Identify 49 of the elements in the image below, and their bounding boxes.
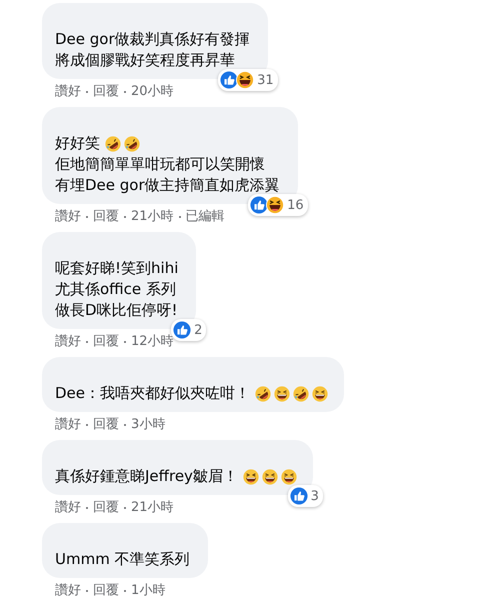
reply-link[interactable]: 回覆 — [93, 334, 119, 349]
comment-text: Ummm 不準笑系列 — [55, 549, 190, 570]
timestamp[interactable]: 20小時 — [131, 84, 174, 99]
comment-text: Dee gor做裁判真係好有發揮 — [55, 29, 250, 50]
grinning-squint-emoji-icon — [312, 386, 328, 402]
timestamp[interactable]: 1小時 — [131, 583, 166, 598]
reply-link[interactable]: 回覆 — [93, 417, 119, 432]
timestamp[interactable]: 21小時 — [131, 500, 174, 515]
reply-link[interactable]: 回覆 — [93, 84, 119, 99]
like-link[interactable]: 讚好 — [55, 334, 81, 349]
laughing-reaction-icon — [266, 196, 284, 214]
edited-label: 已編輯 — [186, 209, 225, 224]
timestamp[interactable]: 3小時 — [131, 417, 166, 432]
reaction-count-badge[interactable]: 31 — [218, 69, 278, 91]
like-link[interactable]: 讚好 — [55, 500, 81, 515]
like-reaction-icon — [250, 196, 268, 214]
comment-text: 真係好鍾意睇Jeffrey皺眉！ — [55, 466, 238, 487]
grinning-squint-emoji-icon — [262, 468, 278, 484]
like-link[interactable]: 讚好 — [55, 209, 81, 224]
timestamp[interactable]: 12小時 — [131, 334, 174, 349]
reaction-count-badge[interactable]: 3 — [288, 485, 323, 507]
comment-text: 有埋Dee gor做主持簡直如虎添翼 — [55, 175, 280, 196]
like-link[interactable]: 讚好 — [55, 84, 81, 99]
comment-text: 做長D咪比佢停呀! — [55, 300, 178, 321]
laughing-reaction-icon — [236, 71, 254, 89]
rolling-laughing-emoji-icon — [293, 386, 310, 402]
grinning-squint-emoji-icon — [274, 386, 290, 402]
comment-text: 好好笑 — [55, 133, 100, 154]
like-reaction-icon — [173, 321, 192, 339]
like-link[interactable]: 讚好 — [55, 583, 81, 598]
like-reaction-icon — [290, 487, 308, 505]
comment-text: 佢地簡簡單單咁玩都可以笑開懷 — [55, 154, 265, 175]
reply-link[interactable]: 回覆 — [93, 209, 119, 224]
reaction-count-badge[interactable]: 16 — [248, 194, 308, 216]
comment-text: 呢套好睇!笑到hihi — [55, 258, 178, 279]
rolling-laughing-emoji-icon — [124, 136, 140, 152]
rolling-laughing-emoji-icon — [255, 386, 272, 402]
grinning-squint-emoji-icon — [280, 468, 297, 484]
comment-text: 將成個膠戰好笑程度再昇華 — [55, 50, 235, 71]
comment-text: 尤其係office 系列 — [55, 279, 176, 300]
reply-link[interactable]: 回覆 — [93, 500, 119, 515]
like-link[interactable]: 讚好 — [55, 417, 81, 432]
like-reaction-icon — [220, 71, 238, 89]
timestamp[interactable]: 21小時 — [131, 209, 174, 224]
rolling-laughing-emoji-icon — [105, 136, 121, 152]
reply-link[interactable]: 回覆 — [93, 583, 119, 598]
grinning-squint-emoji-icon — [242, 468, 259, 484]
reaction-count-badge[interactable]: 2 — [171, 319, 206, 341]
comment-text: Dee：我唔夾都好似夾咗咁！ — [55, 383, 250, 404]
